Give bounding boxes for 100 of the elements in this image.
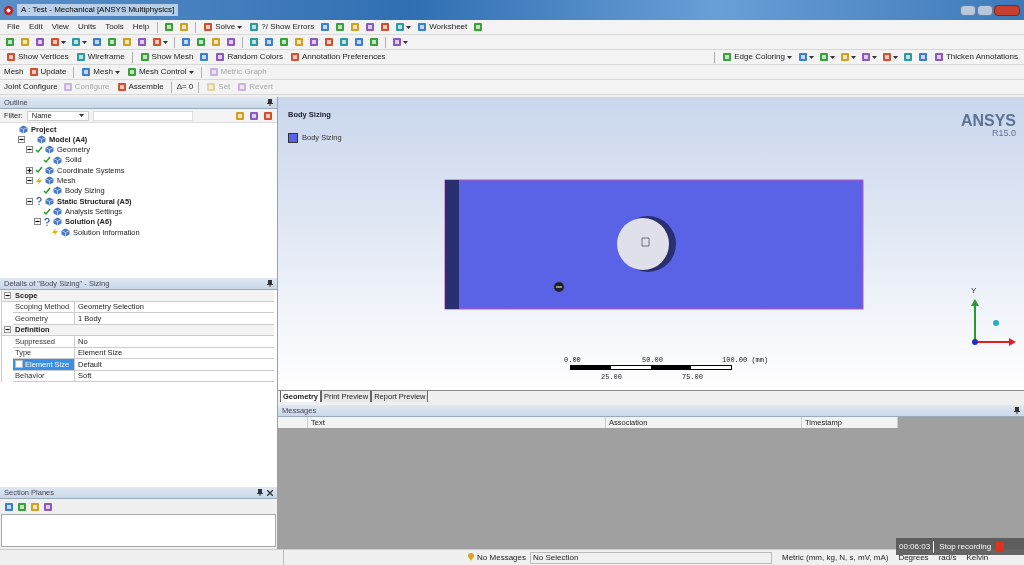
toolbar-button[interactable]	[308, 37, 320, 47]
cube-icon	[45, 196, 54, 206]
toolbar-button[interactable]	[263, 110, 273, 121]
dropdown-button[interactable]	[838, 52, 857, 62]
toolbar-button[interactable]	[278, 37, 290, 47]
collapse-icon[interactable]	[26, 146, 33, 154]
dropdown-button[interactable]	[49, 37, 67, 47]
toolbar-button[interactable]	[91, 37, 103, 47]
toolbar-button[interactable]	[901, 52, 914, 62]
toolbar-button[interactable]	[178, 22, 191, 32]
toolbar-button[interactable]	[293, 37, 305, 47]
toolbar-button[interactable]: Annotation Preferences	[287, 51, 388, 63]
toolbar-button[interactable]	[323, 37, 335, 47]
menu-item[interactable]: Edit	[25, 21, 46, 33]
collapse-icon[interactable]	[4, 326, 11, 334]
toolbar-button[interactable]: Mesh Control	[124, 66, 196, 78]
toolbar-button[interactable]: Thicken Annotations	[931, 51, 1020, 63]
stop-recording-button[interactable]: Stop recording	[934, 540, 997, 553]
toolbar-button[interactable]: Mesh	[79, 66, 122, 78]
expand-icon[interactable]	[26, 166, 33, 174]
toolbar-button[interactable]: Wireframe	[73, 51, 127, 63]
toolbar-button[interactable]	[334, 22, 347, 32]
caret-icon	[403, 40, 408, 44]
collapse-icon[interactable]	[18, 135, 25, 143]
stop-icon	[996, 541, 1005, 552]
pin-icon	[267, 99, 273, 106]
caret-icon	[163, 40, 168, 44]
toolbar-button[interactable]	[163, 22, 176, 32]
toolbar-button[interactable]: Edge Coloring	[720, 51, 794, 63]
toolbar-button[interactable]	[34, 37, 46, 47]
toolbar-button[interactable]	[248, 37, 260, 47]
toolbar-button[interactable]	[249, 110, 259, 121]
toolbar-button[interactable]	[364, 22, 377, 32]
menu-item[interactable]: File	[4, 21, 23, 33]
checkbox[interactable]	[15, 360, 23, 369]
toolbar-button[interactable]	[180, 37, 192, 47]
pin-icon	[267, 280, 273, 287]
toolbar-button[interactable]	[368, 37, 380, 47]
toolbar-button[interactable]	[17, 501, 27, 512]
toolbar-button[interactable]	[235, 110, 245, 121]
toolbar-button[interactable]: ?/ Show Errors	[247, 21, 317, 33]
cube-icon	[53, 217, 62, 227]
dropdown-button[interactable]	[859, 52, 878, 62]
search-field[interactable]	[92, 110, 193, 121]
cube-icon	[53, 186, 62, 196]
toolbar-button[interactable]: Show Vertices	[4, 51, 71, 63]
caret-icon	[850, 55, 856, 59]
toolbar-button[interactable]: Random Colors	[213, 51, 285, 63]
menu-item[interactable]: Tools	[102, 21, 127, 33]
toolbar-button[interactable]	[263, 37, 275, 47]
caret-icon	[786, 55, 792, 59]
dropdown-button[interactable]	[796, 52, 815, 62]
toolbar-button[interactable]	[106, 37, 118, 47]
caret-icon	[61, 40, 66, 44]
toolbar-button[interactable]	[43, 501, 53, 512]
collapse-icon[interactable]	[26, 197, 33, 205]
toolbar-button[interactable]: Assemble	[114, 81, 166, 93]
toolbar-button[interactable]	[136, 37, 148, 47]
menu-item[interactable]: View	[48, 21, 72, 33]
dropdown-button[interactable]	[880, 52, 899, 62]
toolbar-button[interactable]	[210, 37, 222, 47]
caret-icon	[871, 55, 877, 59]
caret-icon	[188, 70, 194, 74]
toolbar-button[interactable]: Worksheet	[415, 21, 470, 33]
menu-item[interactable]: Units	[74, 21, 100, 33]
toolbar-button[interactable]: Show Mesh	[137, 51, 196, 63]
toolbar-button[interactable]	[916, 52, 929, 62]
toolbar-button[interactable]: Update	[26, 66, 69, 78]
toolbar-label: Mesh	[4, 66, 24, 78]
toolbar-button[interactable]	[349, 22, 362, 32]
minimize-button[interactable]	[960, 4, 976, 16]
toolbar-button[interactable]	[472, 22, 485, 32]
maximize-button[interactable]	[977, 4, 993, 16]
dropdown-button[interactable]	[391, 37, 409, 47]
cube-icon	[61, 227, 70, 237]
status-text: No Selection	[530, 551, 772, 564]
toolbar-button[interactable]	[198, 52, 211, 62]
dropdown-button[interactable]	[817, 52, 836, 62]
toolbar-button[interactable]	[195, 37, 207, 47]
dropdown-button[interactable]	[151, 37, 169, 47]
toolbar-button[interactable]	[19, 37, 31, 47]
dropdown-button[interactable]	[394, 22, 413, 32]
collapse-icon[interactable]	[34, 218, 41, 226]
toolbar-button[interactable]: Solve	[201, 21, 245, 33]
toolbar-button[interactable]	[121, 37, 133, 47]
collapse-icon[interactable]	[26, 177, 33, 185]
toolbar-button[interactable]	[4, 37, 16, 47]
toolbar-button[interactable]	[379, 22, 392, 32]
status-text: No Messages	[477, 551, 526, 564]
toolbar-button[interactable]	[225, 37, 237, 47]
close-button[interactable]	[994, 4, 1020, 16]
toolbar-button[interactable]	[319, 22, 332, 32]
toolbar-button[interactable]	[353, 37, 365, 47]
toolbar-button[interactable]	[30, 501, 40, 512]
toolbar-button[interactable]	[338, 37, 350, 47]
menu-item[interactable]: Help	[129, 21, 153, 33]
dropdown-button[interactable]	[70, 37, 88, 47]
collapse-icon[interactable]	[4, 291, 11, 299]
version-text: R15.0	[991, 129, 1016, 138]
toolbar-button[interactable]	[4, 501, 14, 512]
